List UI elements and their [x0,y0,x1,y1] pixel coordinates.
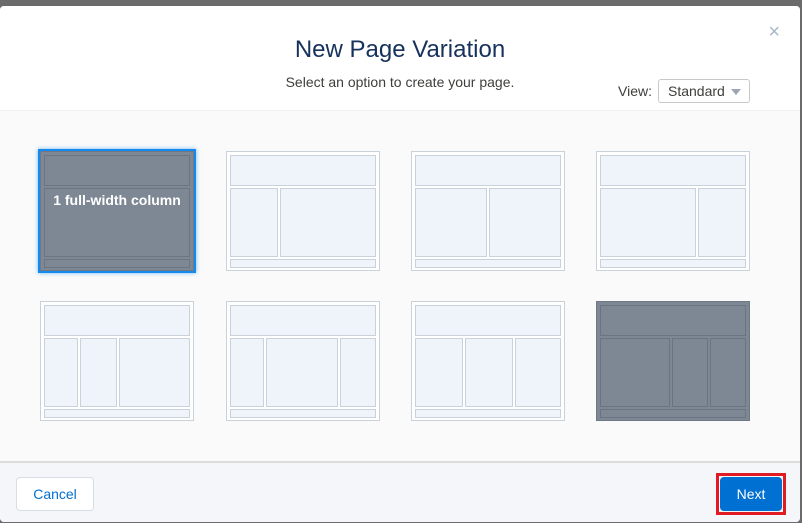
left-region [44,338,78,407]
template-tile-8[interactable] [596,301,750,421]
right-region [340,338,376,407]
main-region [119,338,190,407]
middle-region [672,338,708,407]
left-region [415,188,487,257]
header-region [44,155,190,186]
view-select-value: Standard [668,83,725,99]
next-button[interactable]: Next [720,477,782,511]
middle-region [80,338,117,407]
main-region [600,188,696,257]
sidebar-region [230,188,278,257]
template-tile-3[interactable] [411,151,565,271]
main-region [600,338,670,407]
middle-region [465,338,513,407]
footer-region [600,259,746,268]
template-tile-6[interactable] [226,301,380,421]
sidebar-region [698,188,746,257]
new-page-variation-modal: × New Page Variation Select an option to… [0,6,800,522]
template-tile-2[interactable] [226,151,380,271]
template-tile-1[interactable]: 1 full-width column [40,151,194,271]
right-region [489,188,561,257]
view-label: View: [618,83,652,99]
template-tile-4[interactable] [596,151,750,271]
footer-region [230,259,376,268]
chevron-down-icon [731,89,741,95]
footer-region [44,259,190,268]
header-region [230,305,376,336]
header-region [415,305,561,336]
template-grid: 1 full-width column [0,110,800,461]
header-region [230,155,376,186]
view-control: View: Standard [618,79,750,103]
main-region [280,188,376,257]
view-select[interactable]: Standard [658,79,750,103]
footer-region [415,259,561,268]
left-region [415,338,463,407]
footer-region [230,409,376,418]
main-region [266,338,338,407]
cancel-button[interactable]: Cancel [16,477,94,511]
right-region [515,338,561,407]
template-label: 1 full-width column [53,192,181,208]
footer-region [415,409,561,418]
header-region [600,155,746,186]
modal-header: × New Page Variation Select an option to… [0,6,800,106]
header-region [44,305,190,336]
header-region [415,155,561,186]
template-tile-7[interactable] [411,301,565,421]
left-region [230,338,264,407]
header-region [600,305,746,336]
right-region [710,338,746,407]
modal-footer: Cancel Next [0,461,800,522]
footer-region [600,409,746,418]
template-tile-5[interactable] [40,301,194,421]
footer-region [44,409,190,418]
modal-title: New Page Variation [294,36,506,63]
